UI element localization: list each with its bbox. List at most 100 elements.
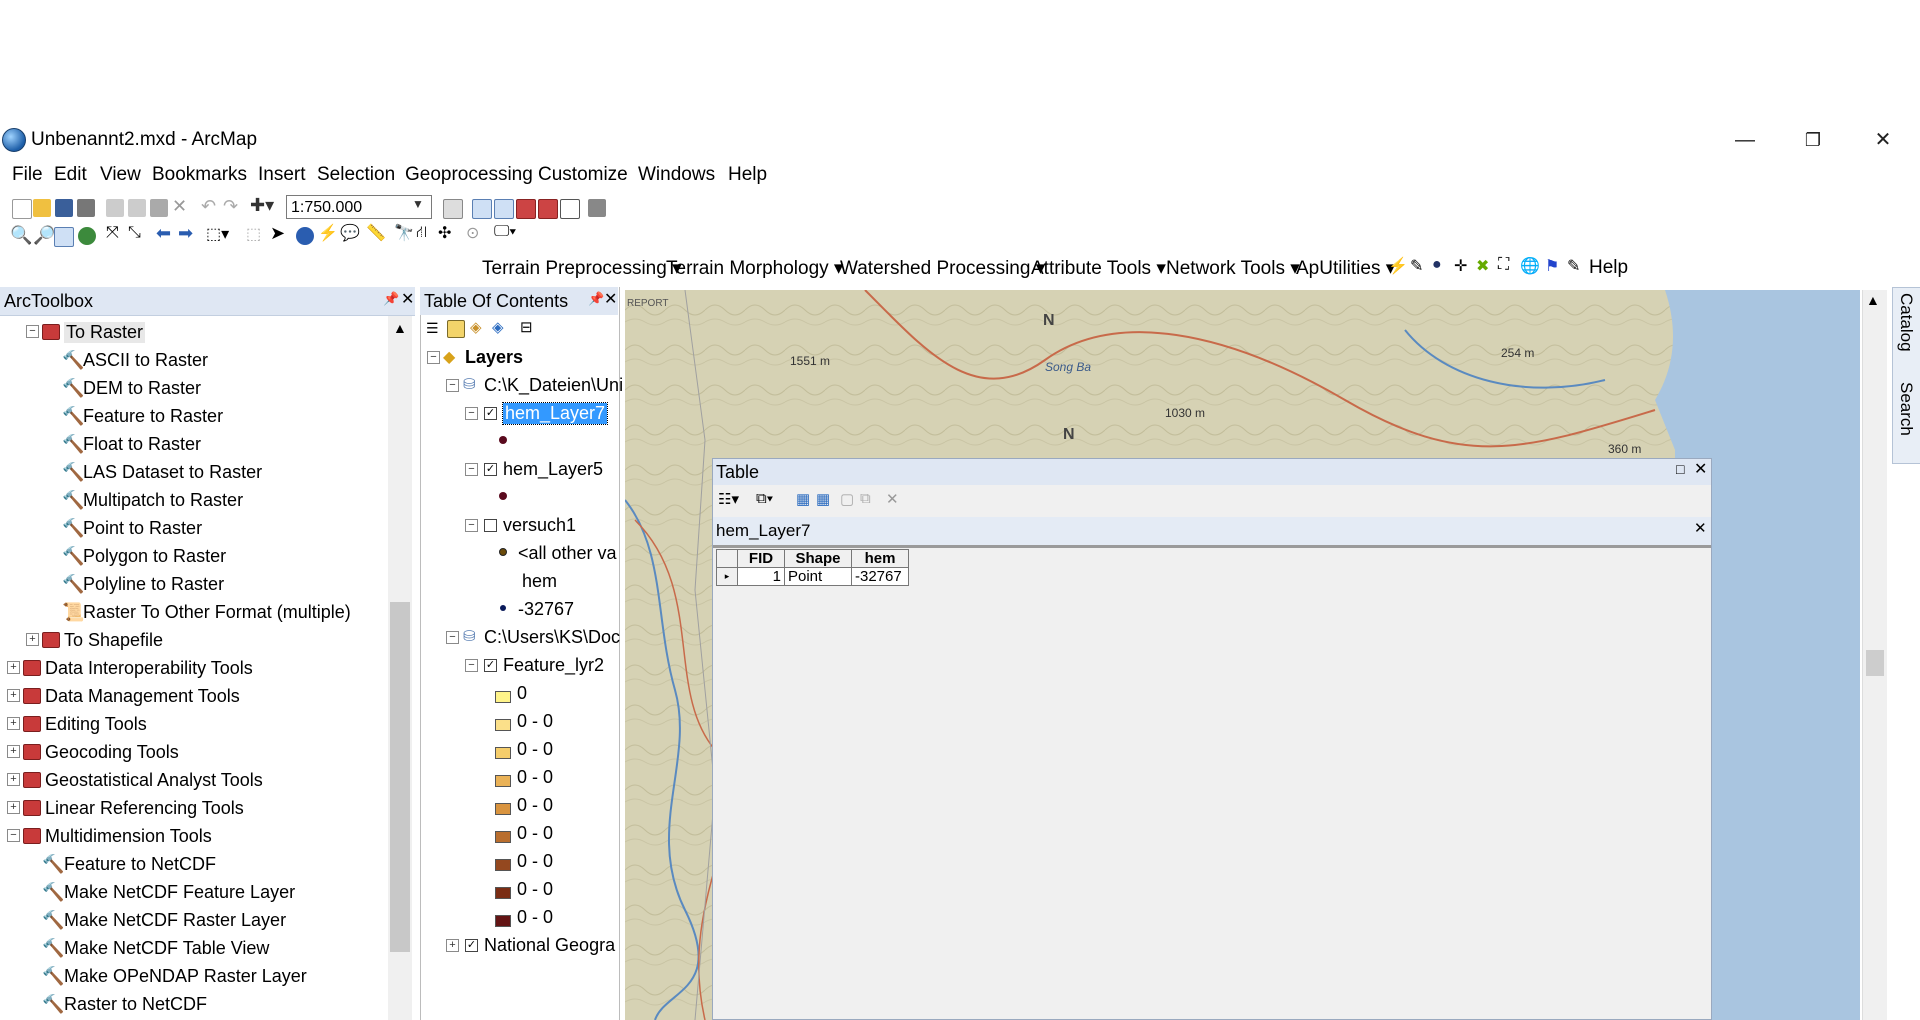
- cell-shape[interactable]: Point: [784, 567, 852, 586]
- collapse-icon[interactable]: −: [465, 407, 478, 420]
- print-icon[interactable]: [77, 199, 95, 217]
- tool-float-to-raster[interactable]: Float to Raster: [83, 434, 201, 455]
- pin-icon[interactable]: 📌: [383, 291, 399, 307]
- toolbox-geocoding[interactable]: Geocoding Tools: [45, 742, 179, 763]
- close-button[interactable]: ✕: [1860, 126, 1906, 156]
- cut-icon[interactable]: [106, 199, 124, 217]
- menu-geoprocessing[interactable]: Geoprocessing: [405, 164, 533, 186]
- pencil-icon[interactable]: ✎: [1567, 256, 1580, 276]
- collapse-icon[interactable]: −: [26, 325, 39, 338]
- clear-selection-icon[interactable]: ▢: [840, 490, 854, 508]
- help-menu[interactable]: Help: [1589, 257, 1628, 279]
- tool-make-netcdf-raster-layer[interactable]: Make NetCDF Raster Layer: [64, 910, 286, 931]
- layer-visibility-checkbox[interactable]: ✓: [484, 407, 497, 420]
- expand-icon[interactable]: +: [7, 717, 20, 730]
- html-popup-icon[interactable]: 💬: [340, 223, 360, 243]
- toolbox-data-management[interactable]: Data Management Tools: [45, 686, 240, 707]
- tool-feature-to-netcdf[interactable]: Feature to NetCDF: [64, 854, 216, 875]
- tool-item[interactable]: 🔨: [42, 854, 64, 875]
- full-extent-icon[interactable]: [78, 227, 96, 245]
- tool-raster-to-other-format[interactable]: Raster To Other Format (multiple): [83, 602, 351, 623]
- zoom-to-selected-icon[interactable]: ⧉: [860, 490, 871, 507]
- tool-item[interactable]: 🔨: [42, 910, 64, 931]
- collapse-icon[interactable]: −: [7, 829, 20, 842]
- layer-versuch1[interactable]: versuch1: [503, 515, 576, 536]
- flag-cross-icon[interactable]: ✖: [1476, 256, 1489, 276]
- save-icon[interactable]: [55, 199, 73, 217]
- menu-edit[interactable]: Edit: [54, 164, 87, 186]
- search-tab[interactable]: Search: [1896, 382, 1916, 462]
- tab-close-icon[interactable]: ✕: [1694, 519, 1707, 537]
- class-color-swatch[interactable]: [495, 691, 511, 703]
- tool-item[interactable]: 🔨: [62, 490, 84, 511]
- toc-close-icon[interactable]: ✕: [604, 289, 617, 309]
- select-by-attributes-icon[interactable]: ▦: [796, 490, 810, 508]
- editor-toolbar-icon[interactable]: [443, 199, 463, 219]
- collapse-icon[interactable]: −: [465, 519, 478, 532]
- class-color-swatch[interactable]: [495, 887, 511, 899]
- collapse-icon[interactable]: −: [446, 631, 459, 644]
- toc-options-icon[interactable]: ⊟: [520, 318, 533, 336]
- network-tools-menu[interactable]: Network Tools ▾: [1166, 257, 1300, 280]
- column-header-hem[interactable]: hem: [851, 549, 909, 568]
- catalog-window-icon[interactable]: [494, 199, 514, 219]
- row-selector-arrow-icon[interactable]: ▸: [716, 567, 738, 586]
- flag-icon[interactable]: ⚑: [1545, 256, 1559, 276]
- class-color-swatch[interactable]: [495, 775, 511, 787]
- clear-selection-icon[interactable]: ⬚: [246, 224, 261, 244]
- toolbox-data-interoperability[interactable]: Data Interoperability Tools: [45, 658, 253, 679]
- watershed-processing-menu[interactable]: Watershed Processing ▾: [840, 257, 1045, 280]
- layer-hem-layer7[interactable]: hem_Layer7: [501, 402, 609, 425]
- python-window-icon[interactable]: [538, 199, 558, 219]
- new-document-icon[interactable]: [12, 199, 32, 219]
- menu-help[interactable]: Help: [728, 164, 767, 186]
- expand-icon[interactable]: +: [7, 689, 20, 702]
- toolbox-linear-referencing[interactable]: Linear Referencing Tools: [45, 798, 244, 819]
- class-color-swatch[interactable]: [495, 831, 511, 843]
- trace-icon[interactable]: ✛: [1454, 256, 1467, 276]
- create-viewer-icon[interactable]: 🖵▾: [494, 223, 516, 241]
- find-route-icon[interactable]: ⛙: [416, 223, 427, 243]
- tool-make-netcdf-table-view[interactable]: Make NetCDF Table View: [64, 938, 269, 959]
- scroll-up-icon[interactable]: ▲: [393, 320, 407, 336]
- collapse-icon[interactable]: −: [446, 379, 459, 392]
- select-features-icon[interactable]: ⬚▾: [206, 224, 229, 244]
- zoom-out-icon[interactable]: 🔎: [33, 225, 55, 246]
- select-elements-icon[interactable]: ➤: [270, 223, 285, 244]
- tool-item[interactable]: 🔨: [62, 518, 84, 539]
- paste-icon[interactable]: [150, 199, 168, 217]
- source-path-1[interactable]: C:\K_Dateien\Uni: [484, 375, 623, 396]
- terrain-preprocessing-menu[interactable]: Terrain Preprocessing ▾: [482, 257, 682, 280]
- identify-icon[interactable]: [296, 227, 314, 245]
- delete-selected-icon[interactable]: ✕: [886, 490, 899, 508]
- time-slider-icon[interactable]: ⊙: [466, 223, 479, 243]
- tool-item[interactable]: 🔨: [62, 378, 84, 399]
- tool-las-dataset-to-raster[interactable]: LAS Dataset to Raster: [83, 462, 262, 483]
- arctoolbox-close-icon[interactable]: ✕: [401, 289, 414, 309]
- tool-item[interactable]: 🔨: [62, 406, 84, 427]
- fixed-zoom-out-icon[interactable]: ⤡: [128, 224, 141, 242]
- switch-selection-icon[interactable]: ▦: [816, 490, 830, 508]
- layer-feature-lyr2[interactable]: Feature_lyr2: [503, 655, 604, 676]
- arctoolbox-icon[interactable]: [516, 199, 536, 219]
- copy-icon[interactable]: [128, 199, 146, 217]
- collapse-icon[interactable]: −: [465, 463, 478, 476]
- related-tables-icon[interactable]: ⧉▾: [756, 490, 773, 507]
- tool-item[interactable]: 🔨: [62, 462, 84, 483]
- list-by-source-icon[interactable]: [447, 320, 465, 338]
- cell-fid[interactable]: 1: [737, 567, 785, 586]
- class-color-swatch[interactable]: [495, 747, 511, 759]
- menu-view[interactable]: View: [100, 164, 141, 186]
- point-delineation-icon[interactable]: ●: [1432, 256, 1442, 274]
- menu-customize[interactable]: Customize: [538, 164, 628, 186]
- terrain-morphology-menu[interactable]: Terrain Morphology ▾: [666, 257, 843, 280]
- expand-icon[interactable]: +: [7, 773, 20, 786]
- tool-item[interactable]: 🔨: [62, 350, 84, 371]
- map-scale-input[interactable]: 1:750.000: [286, 195, 432, 219]
- back-icon[interactable]: ⬅: [156, 223, 171, 244]
- list-by-selection-icon[interactable]: ◈: [492, 318, 504, 336]
- column-header-shape[interactable]: Shape: [784, 549, 852, 568]
- class-color-swatch[interactable]: [495, 719, 511, 731]
- expand-icon[interactable]: +: [7, 745, 20, 758]
- tool-ascii-to-raster[interactable]: ASCII to Raster: [83, 350, 208, 371]
